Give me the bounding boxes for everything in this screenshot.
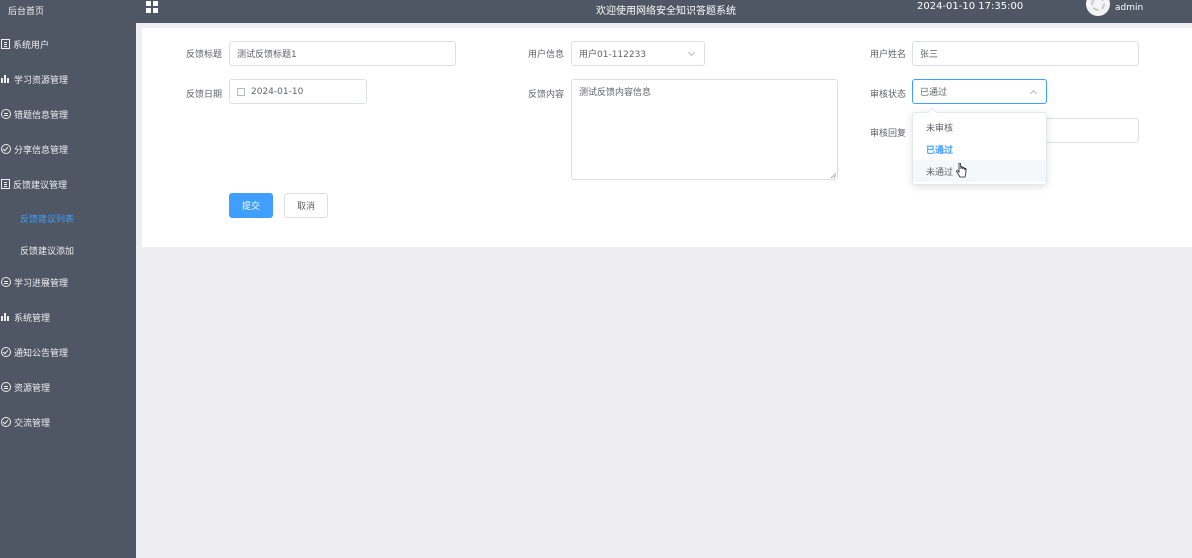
- list-icon: [1, 179, 10, 189]
- sidebar-item-label: 学习资源管理: [14, 75, 69, 86]
- content-value: 测试反馈内容信息: [579, 88, 652, 98]
- status-option-pending[interactable]: 未审核: [913, 116, 1046, 138]
- sidebar-item-share-info[interactable]: 分享信息管理: [0, 139, 136, 159]
- sidebar-item-notices[interactable]: 通知公告管理: [0, 342, 136, 362]
- sidebar-item-label: 系统管理: [14, 313, 51, 324]
- bar-chart-icon: [1, 312, 11, 322]
- sidebar-item-label: 分享信息管理: [14, 145, 69, 156]
- user-info-select[interactable]: 用户01-112233: [571, 41, 705, 66]
- sidebar-item-label: 学习进展管理: [14, 278, 69, 289]
- grid-menu-icon[interactable]: [146, 1, 159, 14]
- sidebar-item-label: 错题信息管理: [14, 110, 69, 121]
- sidebar: 后台首页 系统用户 学习资源管理 错题信息管理 分享信息管理 反馈建议管理 反馈…: [0, 0, 136, 558]
- list-icon: [1, 39, 10, 49]
- user-name-value: 张三: [920, 50, 939, 60]
- chat-icon: [1, 109, 11, 119]
- title-value: 测试反馈标题1: [237, 50, 297, 60]
- chevron-up-icon: [1029, 89, 1038, 98]
- status-option-approved[interactable]: 已通过: [913, 138, 1046, 160]
- sidebar-item-feedback[interactable]: 反馈建议管理: [0, 174, 136, 194]
- reply-label: 审核回复: [869, 129, 906, 139]
- avatar[interactable]: [1086, 0, 1110, 16]
- sidebar-item-learning-progress[interactable]: 学习进展管理: [0, 272, 136, 292]
- sidebar-item-resources[interactable]: 资源管理: [0, 377, 136, 397]
- sidebar-item-communication[interactable]: 交流管理: [0, 412, 136, 432]
- status-dropdown: 未审核 已通过 未通过: [912, 112, 1047, 185]
- page-title: 欢迎使用网络安全知识答题系统: [596, 6, 736, 17]
- sidebar-item-label: 反馈建议管理: [13, 180, 68, 191]
- sidebar-item-system-users[interactable]: 系统用户: [0, 34, 136, 54]
- datetime: 2024-01-10 17:35:00: [917, 1, 1024, 12]
- status-option-rejected[interactable]: 未通过: [913, 160, 1046, 182]
- check-circle-icon: [1, 347, 11, 357]
- sidebar-item-label: 交流管理: [14, 418, 51, 429]
- sidebar-item-learning-resources[interactable]: 学习资源管理: [0, 69, 136, 89]
- date-picker[interactable]: 2024-01-10: [229, 79, 367, 104]
- title-label: 反馈标题: [185, 50, 222, 60]
- status-label: 审核状态: [869, 90, 906, 100]
- top-header: 欢迎使用网络安全知识答题系统 2024-01-10 17:35:00 admin: [136, 0, 1192, 23]
- chevron-down-icon: [687, 48, 696, 57]
- chat-icon: [1, 277, 11, 287]
- sidebar-item-wrong-questions[interactable]: 错题信息管理: [0, 104, 136, 124]
- sidebar-item-system-management[interactable]: 系统管理: [0, 307, 136, 327]
- sidebar-item-label: 系统用户: [13, 40, 50, 51]
- user-name-input[interactable]: 张三: [912, 41, 1139, 66]
- user-info-label: 用户信息: [527, 50, 564, 60]
- content-label: 反馈内容: [527, 90, 564, 100]
- sidebar-item-label: 资源管理: [14, 383, 51, 394]
- sidebar-item-label: 通知公告管理: [14, 348, 69, 359]
- hand-cursor-icon: [956, 163, 967, 178]
- submit-button[interactable]: 提交: [229, 193, 273, 218]
- sidebar-subitem-feedback-list[interactable]: 反馈建议列表: [20, 212, 74, 225]
- user-info-value: 用户01-112233: [579, 50, 647, 60]
- sidebar-item-home[interactable]: 后台首页: [8, 4, 44, 17]
- title-input[interactable]: 测试反馈标题1: [229, 41, 456, 66]
- calendar-icon: [237, 87, 245, 96]
- content-textarea[interactable]: 测试反馈内容信息: [571, 79, 838, 180]
- user-name-label: 用户姓名: [869, 50, 906, 60]
- username[interactable]: admin: [1115, 3, 1143, 13]
- check-circle-icon: [1, 417, 11, 427]
- sidebar-subitem-feedback-add[interactable]: 反馈建议添加: [20, 244, 74, 257]
- status-value: 已通过: [920, 88, 948, 98]
- chat-icon: [1, 382, 11, 392]
- cancel-button[interactable]: 取消: [284, 193, 328, 218]
- bar-chart-icon: [1, 74, 11, 84]
- check-circle-icon: [1, 144, 11, 154]
- resize-handle[interactable]: [831, 173, 836, 178]
- date-label: 反馈日期: [185, 90, 222, 100]
- status-select[interactable]: 已通过: [912, 79, 1047, 104]
- date-value: 2024-01-10: [251, 86, 304, 97]
